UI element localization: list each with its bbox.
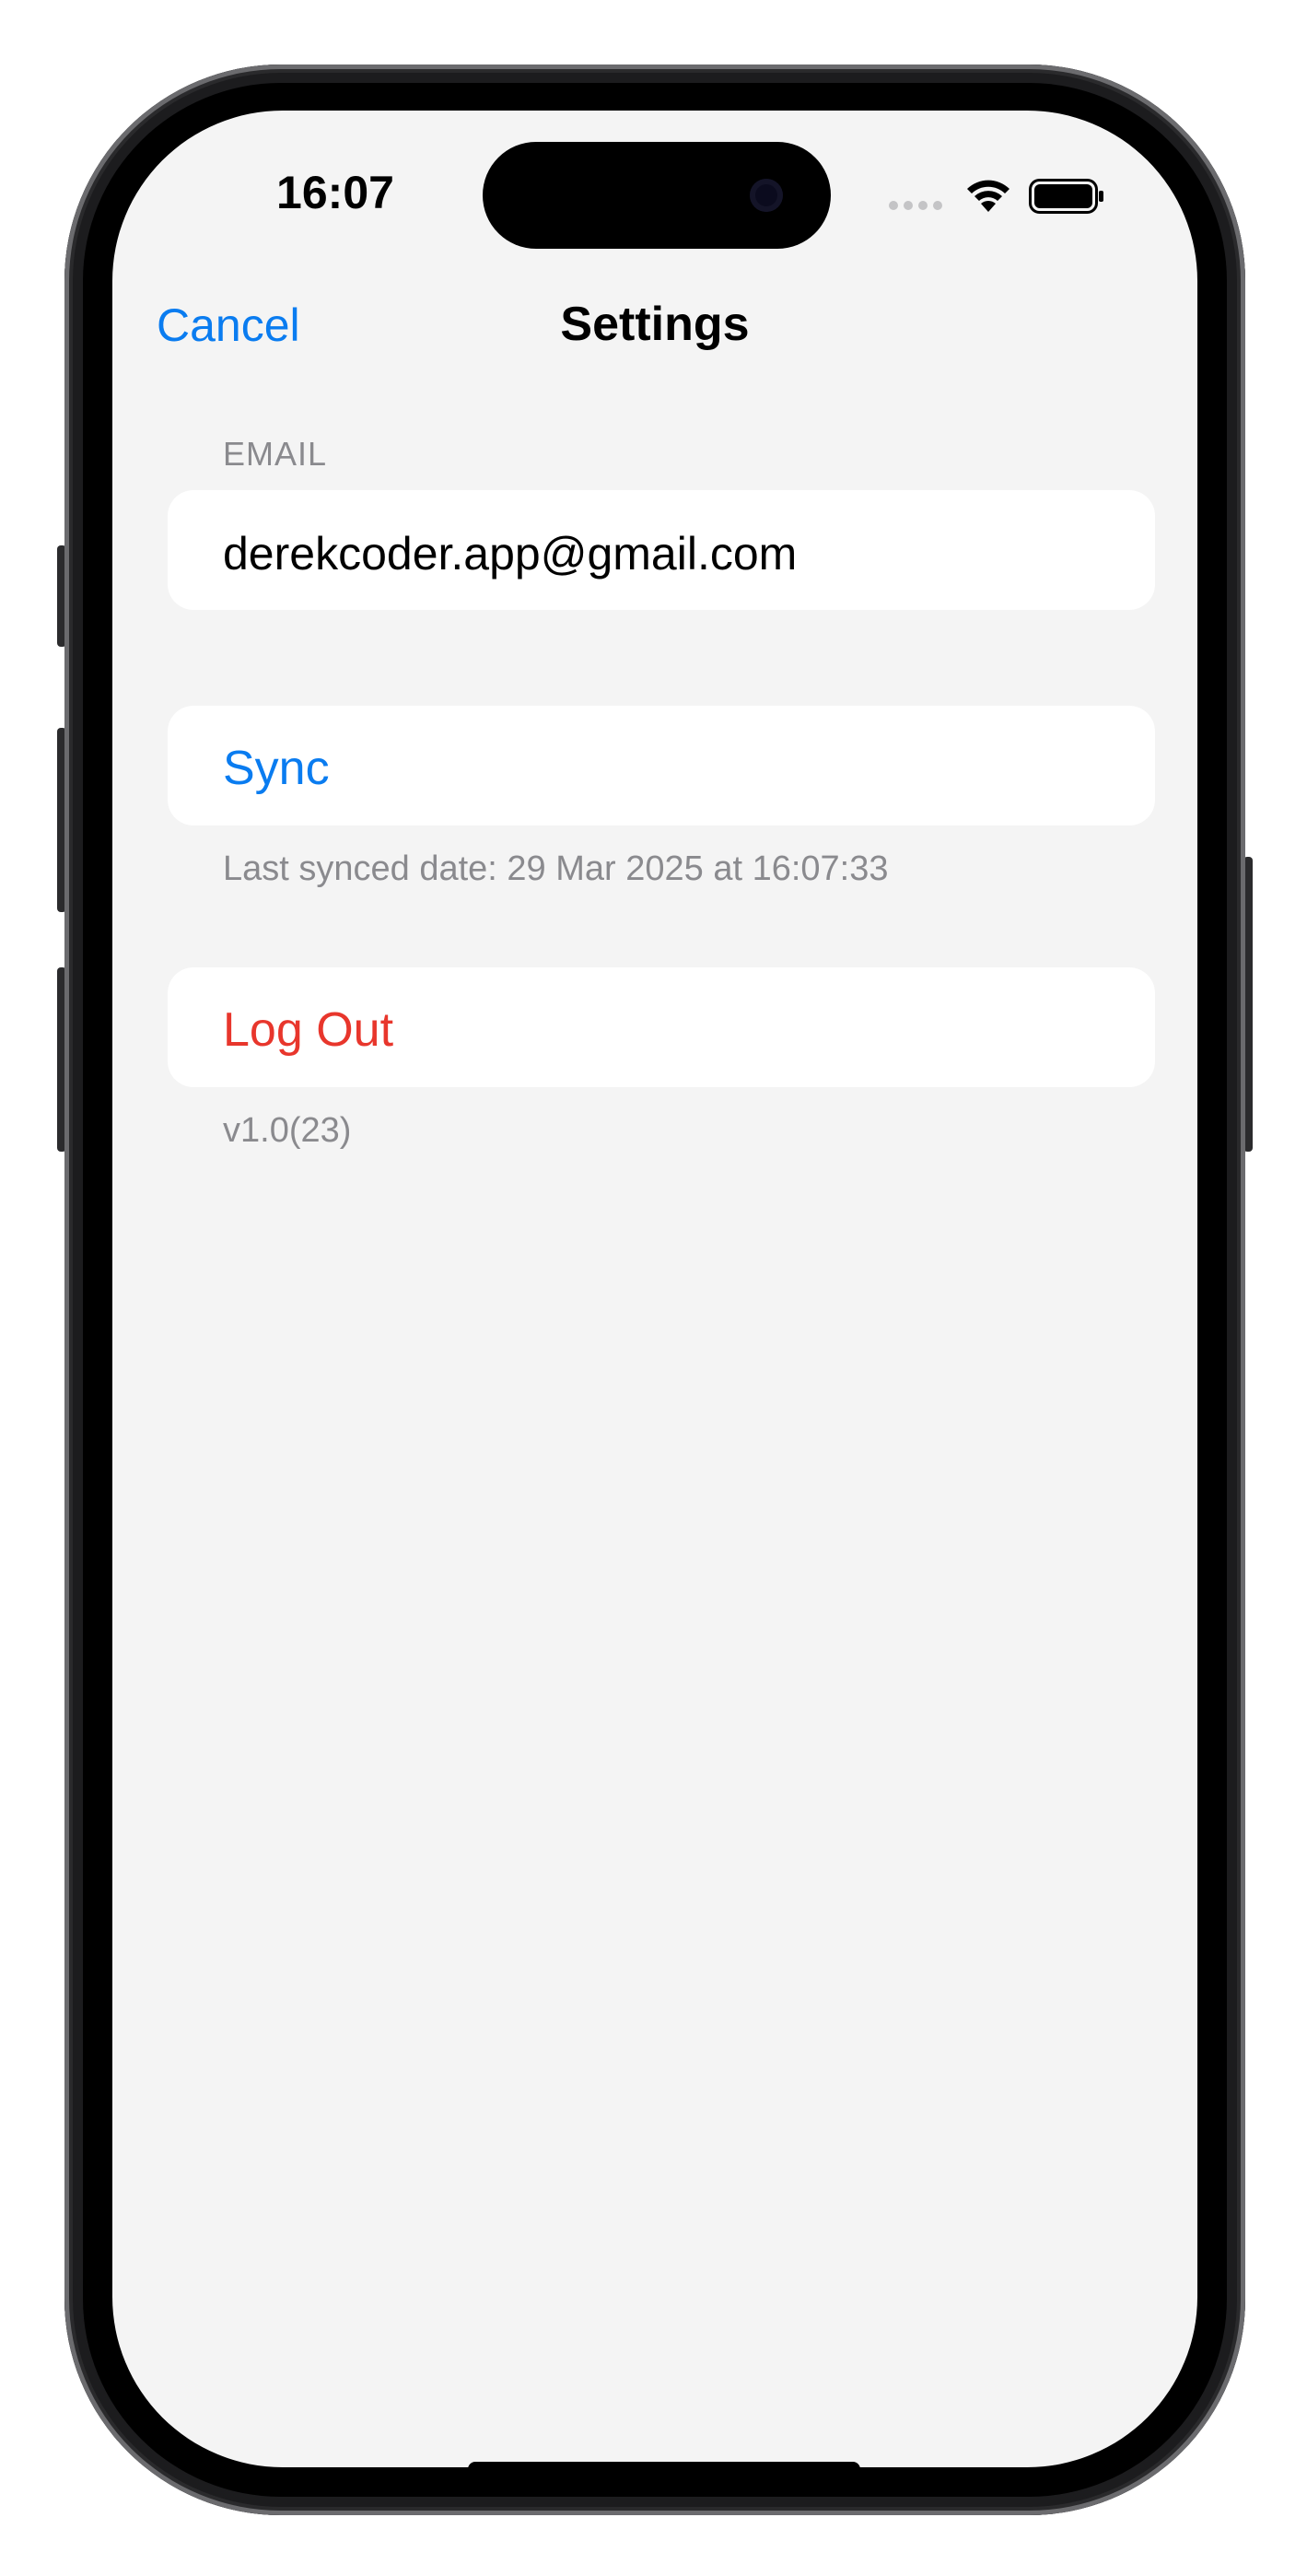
logout-button[interactable]: Log Out bbox=[223, 1002, 393, 1058]
dynamic-island bbox=[483, 142, 831, 249]
email-card: derekcoder.app@gmail.com bbox=[168, 490, 1155, 610]
battery-icon bbox=[1029, 179, 1103, 214]
version-text: v1.0(23) bbox=[223, 1111, 352, 1150]
email-section-header: EMAIL bbox=[223, 435, 328, 473]
logout-card[interactable]: Log Out bbox=[168, 967, 1155, 1087]
sync-button[interactable]: Sync bbox=[223, 741, 330, 796]
sync-card[interactable]: Sync bbox=[168, 706, 1155, 825]
email-value: derekcoder.app@gmail.com bbox=[223, 528, 798, 580]
page-title: Settings bbox=[560, 298, 750, 351]
signal-icon bbox=[889, 201, 942, 210]
status-time: 16:07 bbox=[276, 167, 394, 218]
wifi-icon bbox=[967, 180, 1009, 212]
home-indicator[interactable] bbox=[468, 2462, 860, 2467]
last-synced-text: Last synced date: 29 Mar 2025 at 16:07:3… bbox=[223, 849, 889, 888]
camera-icon bbox=[750, 179, 783, 212]
screen: 16:07 Cancel Settings EMAIL derekcoder.a… bbox=[112, 111, 1197, 2467]
